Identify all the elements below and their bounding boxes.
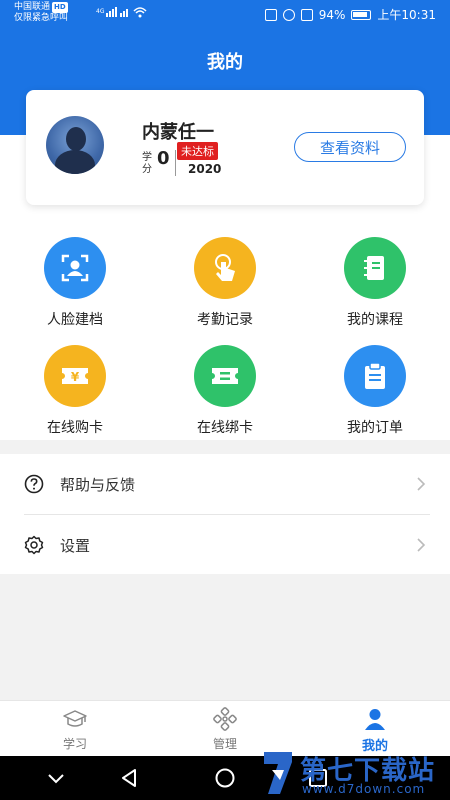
grid-label: 我的订单 [347,420,403,436]
grid-label: 在线绑卡 [197,420,253,436]
gear-icon [24,535,44,555]
home-icon[interactable] [213,766,237,790]
graduation-cap-icon [63,710,87,727]
grid-item-bind-card[interactable]: 在线绑卡 [160,345,290,445]
tab-study[interactable]: 学习 [0,701,150,757]
tab-label: 学习 [62,737,87,751]
mute-icon [300,8,313,21]
grid-item-face-archive[interactable]: 人脸建档 [10,237,140,337]
battery-percent: 94% [318,7,346,22]
watermark: 第七下载站 www.d7down.com [260,748,450,800]
svg-text:4G: 4G [96,8,105,15]
face-scan-icon [44,237,106,299]
chevron-right-icon [417,538,426,552]
battery-icon [351,9,372,20]
person-icon [365,709,385,730]
view-profile-button[interactable]: 查看资料 [294,132,406,162]
list-item-label: 帮助与反馈 [60,476,136,494]
signal-icon: 4G [96,7,147,18]
chevron-right-icon [417,477,426,491]
clock: 上午10:31 [377,8,436,22]
list-item-settings[interactable]: 设置 [0,515,450,575]
credit-value: 0 [157,148,170,169]
page-title: 我的 [207,52,243,73]
ticket-icon [194,345,256,407]
status-badge: 未达标 [177,142,218,160]
credit-label: 学分 [142,152,152,175]
list-item-label: 设置 [60,537,91,555]
grid-label: 在线购卡 [47,420,103,436]
nfc-icon [264,8,277,21]
touch-icon [194,237,256,299]
grid-item-attendance[interactable]: 考勤记录 [160,237,290,337]
svg-text:¥: ¥ [71,370,80,384]
alarm-icon [282,8,295,21]
divider [175,150,176,176]
chevron-down-icon[interactable] [44,766,68,790]
status-bar: 中国联通 HD 仅限紧急呼叫 4G 94% 上午10:31 [0,0,450,28]
notebook-icon [344,237,406,299]
yen-ticket-icon: ¥ [44,345,106,407]
year-label: 2020 [188,162,222,176]
hd-badge: HD [52,2,68,13]
grid-label: 我的课程 [347,312,403,328]
grid-label: 考勤记录 [197,312,253,328]
clipboard-icon [344,345,406,407]
grid-item-buy-card[interactable]: ¥ 在线购卡 [10,345,140,445]
grid-item-my-orders[interactable]: 我的订单 [310,345,440,445]
avatar[interactable] [46,116,104,174]
site-logo-icon [264,752,292,794]
carrier-name: 中国联通 [14,2,51,12]
carrier-info: 中国联通 HD 仅限紧急呼叫 [14,2,68,24]
help-icon [24,474,44,494]
watermark-url: www.d7down.com [302,782,426,796]
settings-list: 帮助与反馈 设置 [0,454,450,574]
list-item-help-feedback[interactable]: 帮助与反馈 [0,454,450,515]
profile-card: 内蒙任一 学分 0 未达标 2020 查看资料 [26,90,424,205]
grid-label: 人脸建档 [47,312,103,328]
emergency-only-text: 仅限紧急呼叫 [14,13,69,23]
back-icon[interactable] [117,766,141,790]
user-name: 内蒙任一 [142,122,214,143]
management-icon [213,707,237,731]
grid-item-my-courses[interactable]: 我的课程 [310,237,440,337]
